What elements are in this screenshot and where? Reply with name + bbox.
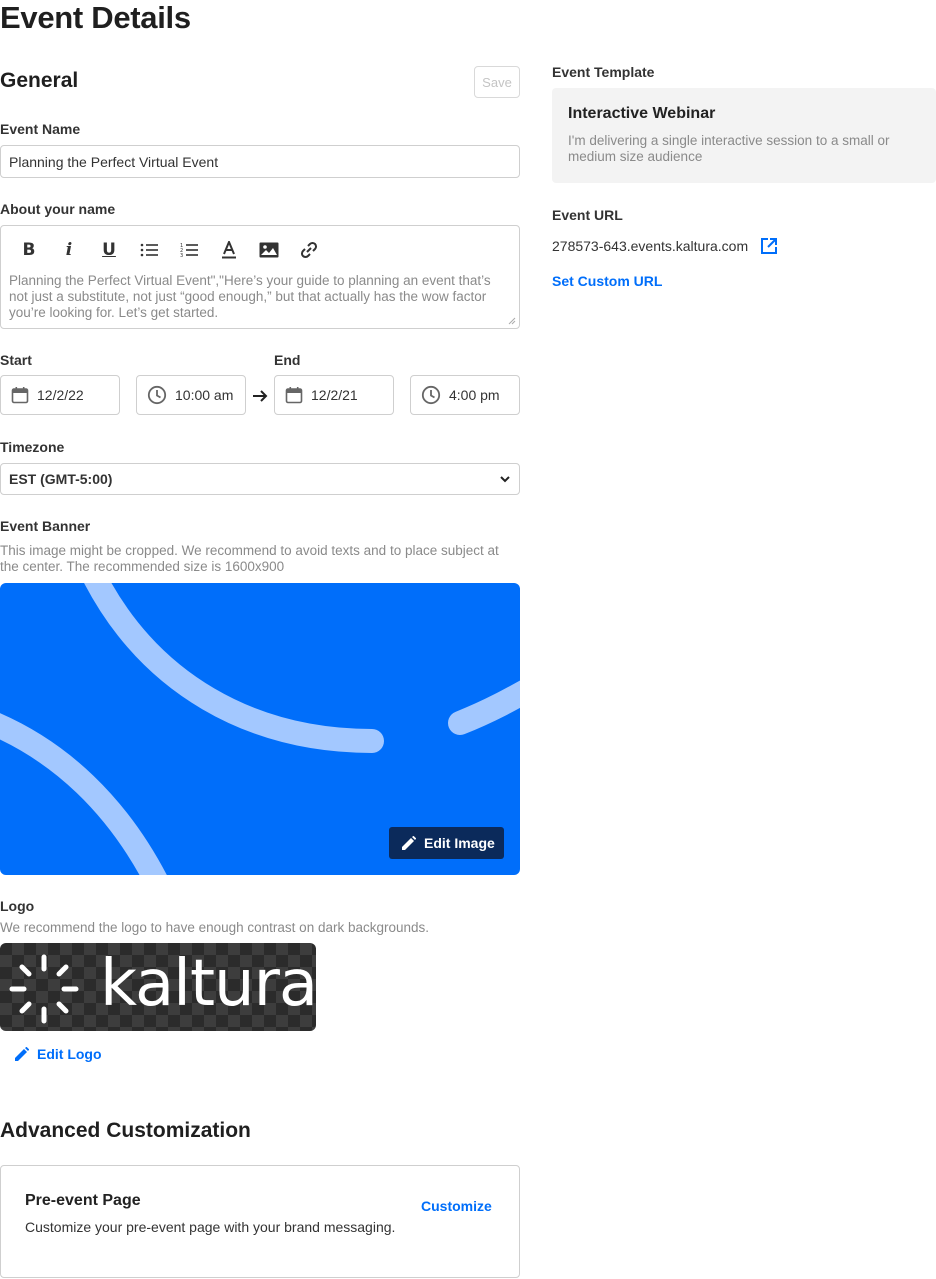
edit-logo-link[interactable]: Edit Logo [14, 1046, 102, 1062]
logo-label: Logo [0, 898, 35, 914]
pre-event-card: Pre-event Page Customize your pre-event … [0, 1165, 520, 1278]
edit-logo-label: Edit Logo [37, 1046, 102, 1062]
start-date-value: 12/2/22 [37, 387, 84, 403]
kaltura-logo-icon [9, 954, 79, 1024]
start-time-value: 10:00 am [175, 387, 234, 403]
start-date-input[interactable]: 12/2/22 [0, 375, 120, 415]
event-name-label: Event Name [0, 121, 81, 137]
event-name-input[interactable]: Planning the Perfect Virtual Event [0, 145, 520, 178]
event-name-value: Planning the Perfect Virtual Event [9, 153, 219, 170]
clock-icon [147, 385, 167, 405]
bold-icon[interactable]: B [9, 236, 49, 264]
external-link-icon[interactable] [760, 237, 778, 255]
numbered-list-icon[interactable]: 123 [169, 236, 209, 264]
end-label: End [274, 352, 301, 368]
banner-label: Event Banner [0, 518, 91, 534]
about-editor[interactable]: B i U 123 Planning the Perfect Virtual E… [0, 225, 520, 329]
text-color-icon[interactable] [209, 236, 249, 264]
template-card[interactable]: Interactive Webinar I'm delivering a sin… [552, 88, 936, 183]
card-description: Customize your pre-event page with your … [25, 1219, 396, 1235]
template-name: Interactive Webinar [568, 105, 716, 122]
about-text: Planning the Perfect Virtual Event","Her… [9, 273, 491, 320]
advanced-section-title: Advanced Customization [0, 1119, 251, 1142]
general-section-title: General [0, 69, 79, 92]
event-url-label: Event URL [552, 207, 623, 223]
customize-link[interactable]: Customize [421, 1198, 492, 1214]
clock-icon [421, 385, 441, 405]
image-icon[interactable] [249, 236, 289, 264]
about-label: About your name [0, 201, 116, 217]
svg-text:3: 3 [180, 253, 183, 258]
start-time-input[interactable]: 10:00 am [136, 375, 246, 415]
save-button[interactable]: Save [474, 66, 520, 98]
resize-handle-icon[interactable] [508, 317, 516, 325]
chevron-down-icon [500, 476, 510, 483]
event-url-value: 278573-643.events.kaltura.com [552, 238, 749, 254]
banner-help: This image might be cropped. We recommen… [0, 543, 499, 574]
template-label: Event Template [552, 64, 655, 80]
logo-preview: kaltura [0, 943, 316, 1031]
calendar-icon [285, 387, 303, 404]
page-title: Event Details [0, 0, 191, 35]
set-custom-url-link[interactable]: Set Custom URL [552, 273, 662, 289]
link-icon[interactable] [289, 236, 329, 264]
edit-image-button[interactable]: Edit Image [389, 827, 504, 859]
edit-image-label: Edit Image [424, 835, 495, 851]
arrow-right-icon [253, 390, 268, 402]
pencil-icon [15, 1046, 29, 1061]
end-time-value: 4:00 pm [449, 387, 500, 403]
calendar-icon [11, 387, 29, 404]
timezone-label: Timezone [0, 439, 65, 455]
timezone-value: EST (GMT-5:00) [9, 471, 113, 487]
end-time-input[interactable]: 4:00 pm [410, 375, 520, 415]
start-label: Start [0, 352, 32, 368]
editor-toolbar: B i U 123 [9, 236, 329, 264]
logo-help: We recommend the logo to have enough con… [0, 920, 430, 935]
end-date-input[interactable]: 12/2/21 [274, 375, 394, 415]
template-description: I'm delivering a single interactive sess… [568, 133, 890, 164]
event-banner-image: Edit Image [0, 583, 520, 875]
timezone-select[interactable]: EST (GMT-5:00) [0, 463, 520, 495]
pencil-icon [402, 835, 416, 850]
underline-icon[interactable]: U [89, 236, 129, 264]
card-title: Pre-event Page [25, 1192, 141, 1209]
logo-wordmark: kaltura [100, 947, 316, 1021]
end-date-value: 12/2/21 [311, 387, 358, 403]
bulleted-list-icon[interactable] [129, 236, 169, 264]
italic-icon[interactable]: i [49, 236, 89, 264]
